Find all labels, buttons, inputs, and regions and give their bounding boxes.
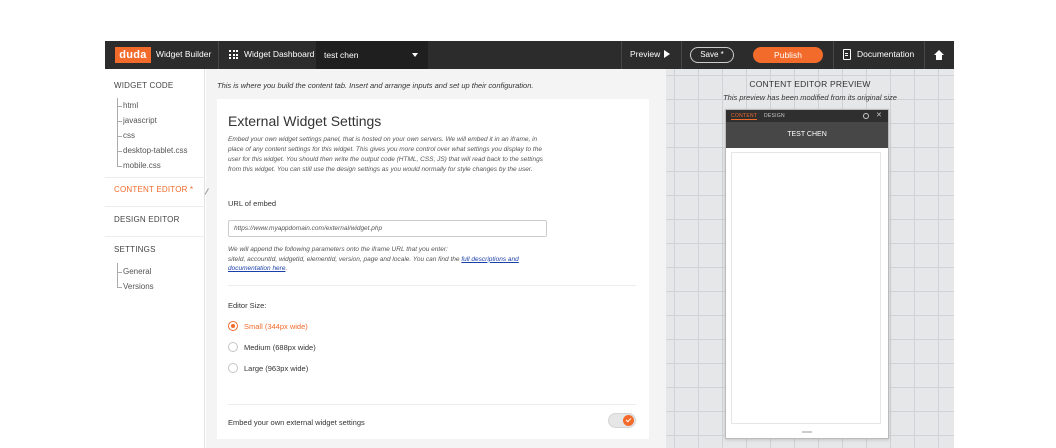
preview-title: CONTENT EDITOR PREVIEW xyxy=(749,79,871,89)
documentation-link[interactable]: Documentation xyxy=(857,49,914,59)
code-file-css[interactable]: css xyxy=(117,131,135,140)
duda-logo[interactable]: duda xyxy=(115,47,151,63)
grid-icon[interactable] xyxy=(229,50,238,59)
size-small-label[interactable]: Small (344px wide) xyxy=(244,322,308,331)
size-medium-radio[interactable] xyxy=(228,342,238,352)
phone-tab-bar: CONTENT DESIGN ✕ xyxy=(726,110,888,122)
document-icon[interactable] xyxy=(843,49,851,60)
content-editor-nav[interactable]: CONTENT EDITOR * xyxy=(114,185,193,194)
sidebar: WIDGET CODE html javascript css desktop-… xyxy=(105,69,205,448)
check-icon xyxy=(623,415,634,426)
external-settings-card: External Widget Settings Embed your own … xyxy=(217,99,649,439)
sidebar-divider xyxy=(105,236,205,237)
save-button[interactable]: Save * xyxy=(690,47,734,63)
card-divider xyxy=(228,404,636,405)
code-file-html[interactable]: html xyxy=(116,101,138,110)
code-file-mobile-css[interactable]: mobile.css xyxy=(117,161,161,170)
topbar-divider xyxy=(833,41,834,69)
app-name: Widget Builder xyxy=(156,49,212,59)
phone-body xyxy=(731,152,881,424)
code-file-javascript[interactable]: javascript xyxy=(117,116,157,125)
widget-dashboard-link[interactable]: Widget Dashboard xyxy=(244,49,314,59)
main-panel: This is where you build the content tab.… xyxy=(206,69,666,448)
widget-select-value: test chen xyxy=(324,50,359,60)
preview-subtitle: This preview has been modified from its … xyxy=(723,93,897,102)
widget-code-heading[interactable]: WIDGET CODE xyxy=(114,81,173,90)
append-note-end: . xyxy=(285,265,288,272)
size-medium-label[interactable]: Medium (688px wide) xyxy=(244,343,316,352)
code-file-desktop-tablet-css[interactable]: desktop-tablet.css xyxy=(116,146,187,155)
append-note-line1: We will append the following parameters … xyxy=(228,246,448,253)
gear-icon[interactable] xyxy=(863,113,869,119)
size-large-label[interactable]: Large (963px wide) xyxy=(244,364,308,373)
topbar-divider xyxy=(681,41,682,69)
size-large-radio[interactable] xyxy=(228,363,238,373)
close-icon[interactable]: ✕ xyxy=(876,111,882,119)
sidebar-divider xyxy=(105,177,205,178)
size-small-radio[interactable] xyxy=(228,321,238,331)
phone-tab-design[interactable]: DESIGN xyxy=(764,113,785,119)
settings-general[interactable]: General xyxy=(116,267,151,276)
play-icon[interactable] xyxy=(664,50,670,58)
embed-settings-toggle[interactable] xyxy=(608,413,636,428)
widget-builder-app: duda Widget Builder Widget Dashboard tes… xyxy=(105,41,954,448)
publish-button[interactable]: Publish xyxy=(753,47,823,63)
embed-settings-label: Embed your own external widget settings xyxy=(228,418,365,427)
card-title: External Widget Settings xyxy=(228,113,382,129)
phone-preview-frame: CONTENT DESIGN ✕ TEST CHEN xyxy=(725,109,889,439)
editor-size-label: Editor Size: xyxy=(228,301,267,310)
card-divider xyxy=(228,285,636,286)
home-icon[interactable] xyxy=(934,50,944,60)
widget-select[interactable]: test chen xyxy=(316,41,428,69)
design-editor-nav[interactable]: DESIGN EDITOR xyxy=(114,215,180,224)
append-parameters-note: We will append the following parameters … xyxy=(228,245,558,274)
chevron-down-icon xyxy=(412,53,418,57)
sidebar-divider xyxy=(105,206,205,207)
phone-header: TEST CHEN xyxy=(726,122,888,148)
phone-tab-content[interactable]: CONTENT xyxy=(731,113,758,120)
topbar-divider xyxy=(621,41,622,69)
topbar-divider xyxy=(218,41,219,69)
card-description: Embed your own widget settings panel, th… xyxy=(228,136,543,173)
top-bar: duda Widget Builder Widget Dashboard tes… xyxy=(105,41,954,69)
content-tab-hint: This is where you build the content tab.… xyxy=(217,81,534,90)
topbar-divider xyxy=(924,41,925,69)
content-editor-preview: CONTENT EDITOR PREVIEW This preview has … xyxy=(666,69,954,448)
url-embed-input[interactable]: https://www.myappdomain.com/external/wid… xyxy=(228,220,547,237)
phone-home-indicator xyxy=(802,431,812,433)
url-label: URL of embed xyxy=(228,199,277,208)
settings-versions[interactable]: Versions xyxy=(117,282,154,291)
append-note-line2: siteId, accountId, widgetId, elementId, … xyxy=(228,255,462,263)
settings-heading[interactable]: SETTINGS xyxy=(114,245,156,254)
preview-button[interactable]: Preview xyxy=(630,49,660,59)
